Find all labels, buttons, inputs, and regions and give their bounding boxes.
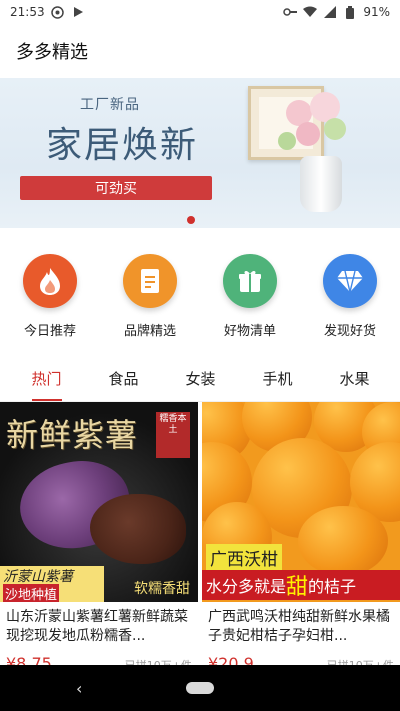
banner-subtitle: 工厂新品 [80,97,140,113]
fire-icon [23,254,77,308]
image-tag: 广西沃柑 [206,544,282,571]
back-button[interactable]: ‹ [76,679,82,698]
image-tag-right: 软糯香甜 [134,581,190,597]
promo-banner[interactable]: 工厂新品 家居焕新 可劲买 [0,78,400,228]
page-title: 多多精选 [16,42,88,63]
orange-image [298,506,388,576]
quick-link-discover[interactable]: 发现好货 [305,254,395,356]
diamond-icon [323,254,377,308]
tab-indicator [31,399,62,401]
banner-title: 家居焕新 [46,125,199,166]
quick-link-brands[interactable]: 品牌精选 [105,254,195,356]
carousel-indicator[interactable] [187,216,195,224]
signal-icon [323,5,337,19]
image-headline: 新鲜紫薯 [6,416,139,454]
quick-link-today[interactable]: 今日推荐 [5,254,95,356]
quick-link-goods-list[interactable]: 好物清单 [205,254,295,356]
tab-food[interactable]: 食品 [85,356,162,401]
key-icon [283,5,298,19]
status-time: 21:53 [10,5,45,19]
home-button[interactable] [186,682,214,694]
product-grid: 新鲜紫薯 糯香本土 沂蒙山紫薯 沙地种植 软糯香甜 山东沂蒙山紫薯红薯新鲜蔬菜现… [0,402,400,679]
tab-hot[interactable]: 热门 [8,356,85,401]
banner-buy-button[interactable]: 可劲买 [20,176,212,200]
tab-phones[interactable]: 手机 [239,356,316,401]
tab-label: 热门 [31,370,62,388]
battery-level: 91% [363,5,390,19]
quick-link-label: 发现好货 [323,324,376,339]
quick-links: 今日推荐 品牌精选 好物清单 发现好货 [0,228,400,356]
wifi-icon [303,5,318,19]
product-image[interactable]: 新鲜紫薯 糯香本土 沂蒙山紫薯 沙地种植 软糯香甜 [0,402,198,602]
quick-link-label: 今日推荐 [23,324,76,339]
product-card[interactable]: 广西沃柑 水分多就是甜的桔子 广西武鸣沃柑纯甜新鲜水果橘子贵妃柑桔子孕妇柑...… [202,402,400,679]
flower-image [296,122,320,146]
image-stamp: 糯香本土 [156,412,190,458]
battery-icon [343,5,357,19]
status-bar: 21:53 91% [0,0,400,24]
quick-link-label: 品牌精选 [123,324,176,339]
gift-icon [223,254,277,308]
image-tag-slogan: 水分多就是甜的桔子 [202,570,400,600]
tab-label: 女装 [185,370,216,388]
document-icon [123,254,177,308]
category-tabs: 热门 食品 女装 手机 水果 [0,356,400,402]
system-nav-bar: ‹ [0,665,400,711]
screen: 21:53 91% 多多精选 工厂新品 家居焕新 可劲买 今日推荐 品牌精选 好… [0,0,400,711]
vase-image [300,156,342,212]
product-image[interactable]: 广西沃柑 水分多就是甜的桔子 [202,402,400,602]
flower-image [324,118,346,140]
app-bar: 多多精选 [0,24,400,78]
sweet-potato-image [90,494,186,564]
play-store-icon [71,5,85,19]
product-card[interactable]: 新鲜紫薯 糯香本土 沂蒙山紫薯 沙地种植 软糯香甜 山东沂蒙山紫薯红薯新鲜蔬菜现… [0,402,198,679]
tab-fruit[interactable]: 水果 [316,356,393,401]
tab-label: 食品 [108,370,139,388]
tab-label: 水果 [339,370,370,388]
tab-label: 手机 [262,370,293,388]
at-sign-icon [51,5,65,19]
tab-womens-wear[interactable]: 女装 [162,356,239,401]
quick-link-label: 好物清单 [223,324,276,339]
product-title: 山东沂蒙山紫薯红薯新鲜蔬菜现挖现发地瓜粉糯香... [6,609,188,644]
product-title: 广西武鸣沃柑纯甜新鲜水果橘子贵妃柑桔子孕妇柑... [208,609,390,644]
flower-image [278,132,296,150]
image-tag: 沂蒙山紫薯 沙地种植 [0,566,104,602]
